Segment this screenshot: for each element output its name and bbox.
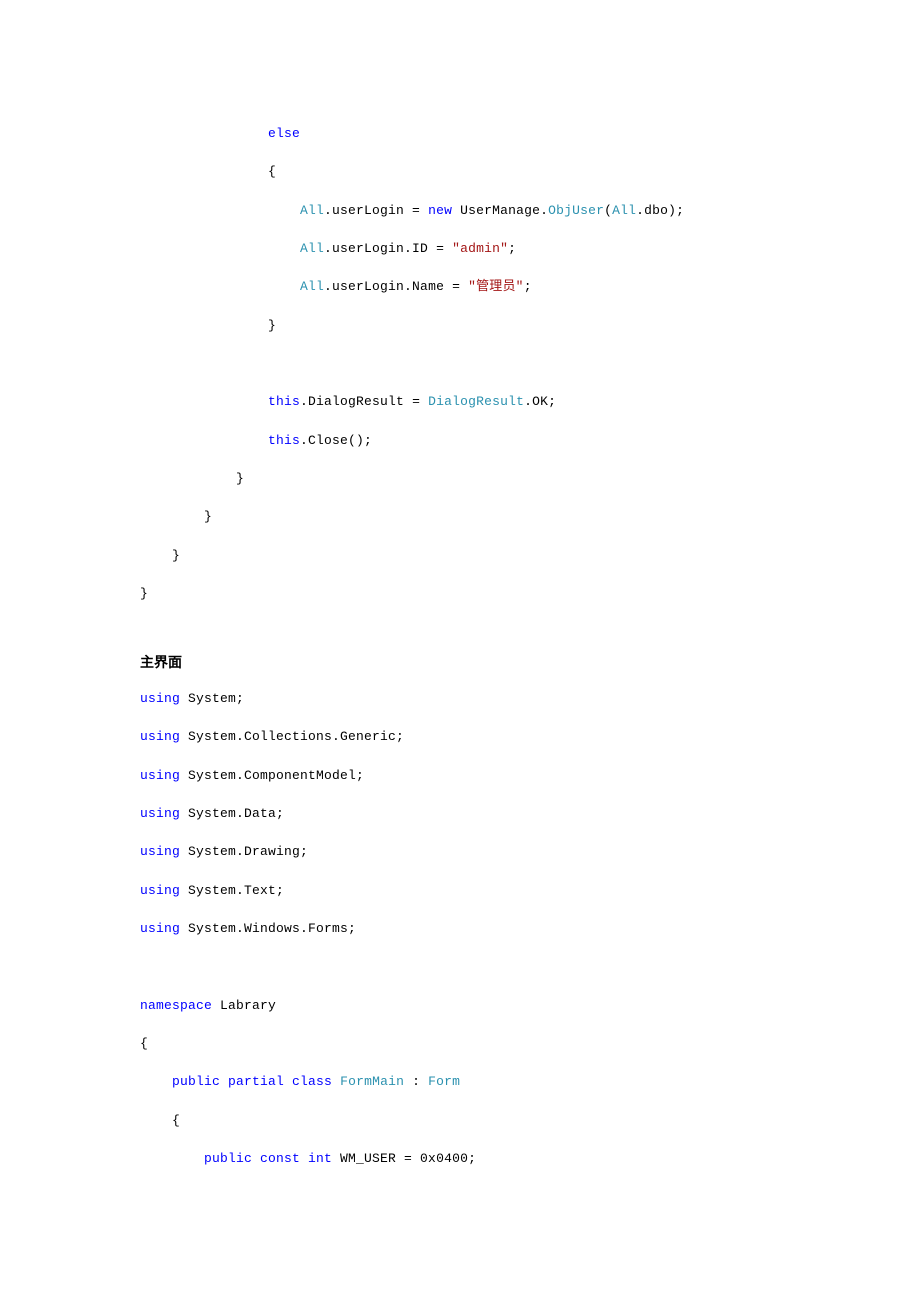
- code-line: using System.Text;: [140, 872, 780, 910]
- code-line: using System.Windows.Forms;: [140, 910, 780, 948]
- code-text: System.ComponentModel;: [180, 768, 364, 783]
- code-line: public const int WM_USER = 0x0400;: [140, 1140, 780, 1178]
- code-text: System.Data;: [180, 806, 284, 821]
- brace: }: [140, 586, 148, 601]
- code-text: (: [604, 203, 612, 218]
- code-text: UserManage.: [452, 203, 548, 218]
- code-line: else: [140, 115, 780, 153]
- code-line: }: [140, 460, 780, 498]
- code-line: using System.Drawing;: [140, 833, 780, 871]
- keyword-this: this: [268, 394, 300, 409]
- keyword-else: else: [268, 126, 300, 141]
- code-text: System.Windows.Forms;: [180, 921, 356, 936]
- brace: }: [268, 318, 276, 333]
- code-text: ;: [508, 241, 516, 256]
- code-line: this.DialogResult = DialogResult.OK;: [140, 383, 780, 421]
- code-line: }: [140, 498, 780, 536]
- brace: {: [140, 1036, 148, 1051]
- type-formmain: FormMain: [340, 1074, 404, 1089]
- code-line: }: [140, 537, 780, 575]
- brace: {: [172, 1113, 180, 1128]
- keyword-namespace: namespace: [140, 998, 212, 1013]
- code-text: .userLogin =: [324, 203, 428, 218]
- code-text: .dbo);: [636, 203, 684, 218]
- code-text: .Close();: [300, 433, 372, 448]
- code-line: }: [140, 575, 780, 613]
- code-text: .OK;: [524, 394, 556, 409]
- keyword-const-decl: public const int: [204, 1151, 332, 1166]
- keyword-using: using: [140, 806, 180, 821]
- keyword-new: new: [428, 203, 452, 218]
- type-all: All: [612, 203, 636, 218]
- code-text: ;: [524, 279, 532, 294]
- code-line: using System;: [140, 680, 780, 718]
- code-line: this.Close();: [140, 422, 780, 460]
- keyword-using: using: [140, 844, 180, 859]
- code-line: public partial class FormMain : Form: [140, 1063, 780, 1101]
- code-line: {: [140, 1102, 780, 1140]
- keyword-this: this: [268, 433, 300, 448]
- keyword-class-decl: public partial class: [172, 1074, 332, 1089]
- keyword-using: using: [140, 729, 180, 744]
- string-manager: "管理员": [468, 279, 524, 294]
- code-line: using System.Collections.Generic;: [140, 718, 780, 756]
- code-text: System;: [180, 691, 244, 706]
- type-dialogresult: DialogResult: [428, 394, 524, 409]
- code-line: {: [140, 1025, 780, 1063]
- code-text: System.Drawing;: [180, 844, 308, 859]
- code-line: using System.Data;: [140, 795, 780, 833]
- blank-line: [140, 345, 780, 383]
- document-page: else { All.userLogin = new UserManage.Ob…: [0, 0, 920, 1302]
- code-text: Labrary: [212, 998, 276, 1013]
- brace: {: [268, 164, 276, 179]
- code-line: All.userLogin.ID = "admin";: [140, 230, 780, 268]
- keyword-using: using: [140, 883, 180, 898]
- code-text: .userLogin.ID =: [324, 241, 452, 256]
- brace: }: [172, 548, 180, 563]
- code-text: WM_USER = 0x0400;: [332, 1151, 476, 1166]
- keyword-using: using: [140, 768, 180, 783]
- string-admin: "admin": [452, 241, 508, 256]
- code-text: :: [404, 1074, 428, 1089]
- type-all: All: [300, 279, 324, 294]
- code-line: }: [140, 307, 780, 345]
- brace: }: [204, 509, 212, 524]
- code-line: All.userLogin.Name = "管理员";: [140, 268, 780, 306]
- code-line: All.userLogin = new UserManage.ObjUser(A…: [140, 192, 780, 230]
- keyword-using: using: [140, 691, 180, 706]
- keyword-using: using: [140, 921, 180, 936]
- type-all: All: [300, 241, 324, 256]
- code-text: .userLogin.Name =: [324, 279, 468, 294]
- code-text: System.Collections.Generic;: [180, 729, 404, 744]
- type-form: Form: [428, 1074, 460, 1089]
- code-line: {: [140, 153, 780, 191]
- brace: }: [236, 471, 244, 486]
- blank-line: [140, 948, 780, 986]
- code-line: namespace Labrary: [140, 987, 780, 1025]
- code-text: System.Text;: [180, 883, 284, 898]
- code-text: .DialogResult =: [300, 394, 428, 409]
- type-objuser: ObjUser: [548, 203, 604, 218]
- type-all: All: [300, 203, 324, 218]
- code-line: using System.ComponentModel;: [140, 757, 780, 795]
- section-heading: 主界面: [140, 651, 780, 673]
